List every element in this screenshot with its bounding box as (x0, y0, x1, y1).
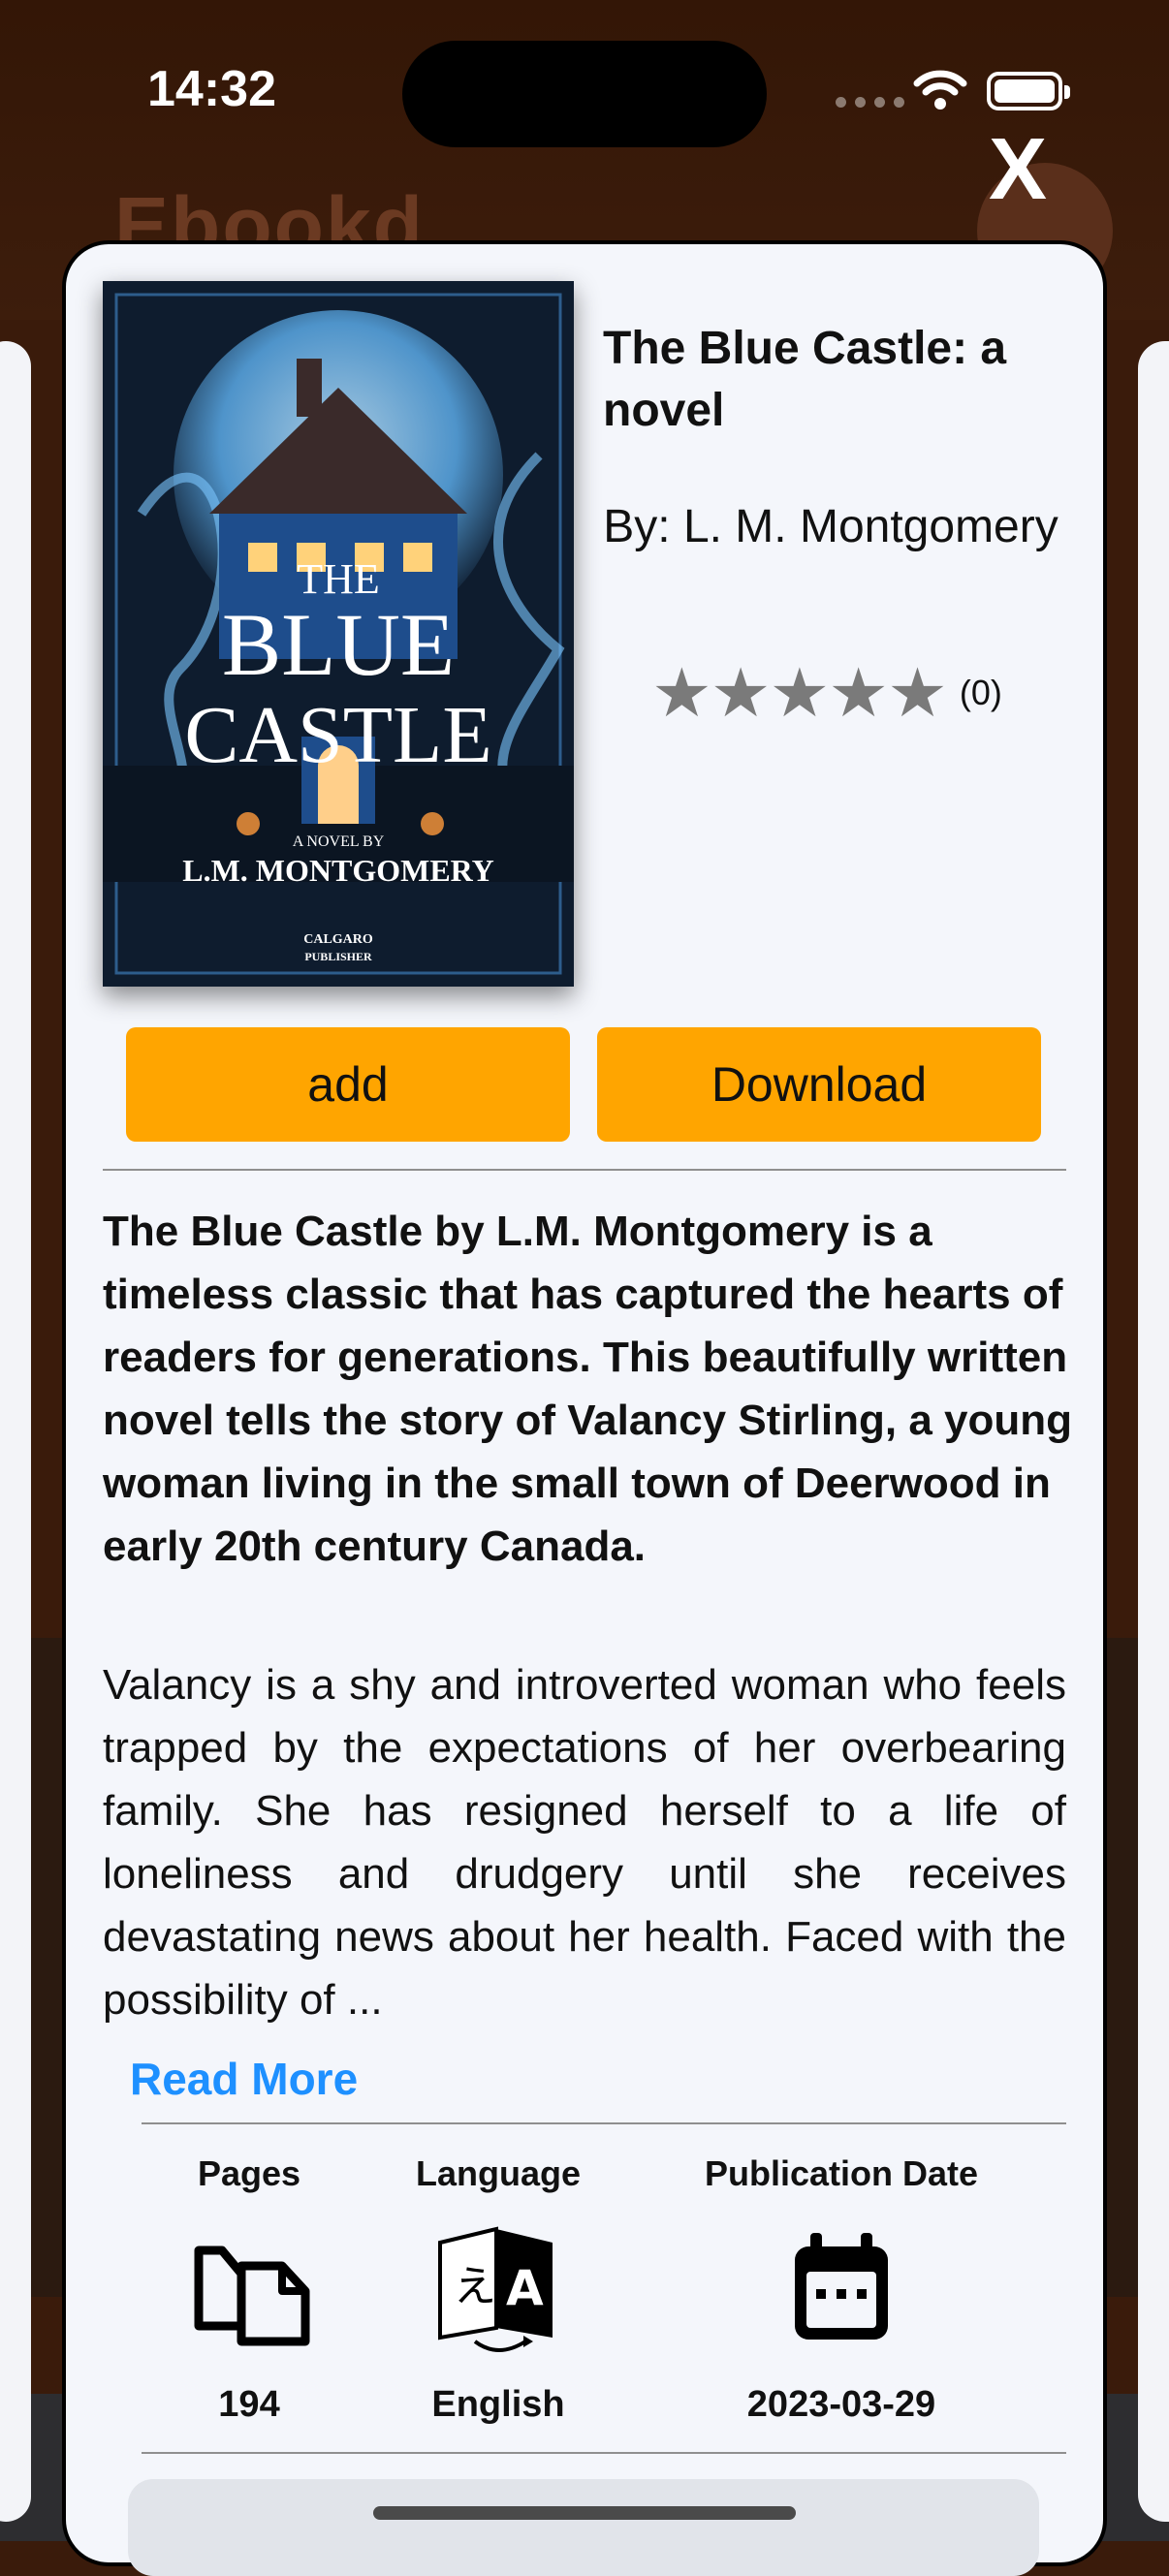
star-icon[interactable]: ★ (770, 659, 831, 727)
rating-count: (0) (959, 673, 1002, 712)
svg-text:え: え (454, 2262, 496, 2311)
language-value: English (431, 2384, 565, 2425)
cover-publisher-sub: PUBLISHER (304, 950, 372, 963)
divider (103, 1169, 1066, 1171)
cellular-signal-icon (836, 97, 904, 108)
language-label: Language (415, 2153, 581, 2193)
home-indicator[interactable] (373, 2506, 796, 2520)
translate-icon: え A (401, 2221, 595, 2357)
description-body: Valancy is a shy and introverted woman w… (103, 1661, 1066, 2024)
divider (142, 2452, 1066, 2454)
book-cover-image: THE BLUE CASTLE A NOVEL BY L.M. MONTGOME… (103, 281, 574, 987)
close-button[interactable]: X (989, 126, 1047, 213)
book-author: By: L. M. Montgomery (603, 501, 1058, 552)
star-rating[interactable]: ★ ★ ★ ★ ★ (0) (651, 659, 1002, 727)
cover-publisher: CALGARO (303, 932, 373, 947)
pages-detail: Pages 194 (172, 2153, 327, 2426)
status-time: 14:32 (147, 61, 276, 117)
wifi-icon (913, 70, 967, 110)
battery-icon (987, 72, 1070, 110)
publication-date-value: 2023-03-29 (746, 2384, 936, 2425)
bottom-panel (128, 2479, 1039, 2576)
pages-value: 194 (218, 2384, 280, 2425)
svg-text:A: A (506, 2260, 544, 2316)
cover-author: L.M. MONTGOMERY (182, 853, 494, 888)
download-button[interactable]: Download (597, 1027, 1041, 1142)
divider (142, 2122, 1066, 2124)
description-summary: The Blue Castle by L.M. Montgomery is a … (103, 1208, 1073, 1570)
read-more-link[interactable]: Read More (130, 2053, 358, 2105)
cover-title-blue: BLUE (221, 595, 456, 694)
cover-subtitle: A NOVEL BY (292, 833, 385, 850)
background-card-left (0, 341, 31, 2522)
publication-date-detail: Publication Date 2023-03-29 (677, 2153, 1006, 2426)
publication-date-label: Publication Date (704, 2153, 979, 2193)
star-icon[interactable]: ★ (651, 659, 712, 727)
book-title: The Blue Castle: a novel (603, 323, 1007, 436)
pages-icon (172, 2221, 327, 2357)
calendar-icon (677, 2221, 1006, 2357)
star-icon[interactable]: ★ (887, 659, 948, 727)
dynamic-island (402, 41, 767, 147)
star-icon[interactable]: ★ (828, 659, 889, 727)
cover-title-castle: CASTLE (184, 690, 492, 780)
star-icon[interactable]: ★ (711, 659, 772, 727)
add-button[interactable]: add (126, 1027, 570, 1142)
pages-label: Pages (197, 2153, 301, 2193)
background-card-right (1138, 341, 1169, 2522)
language-detail: Language え A English (401, 2153, 595, 2426)
